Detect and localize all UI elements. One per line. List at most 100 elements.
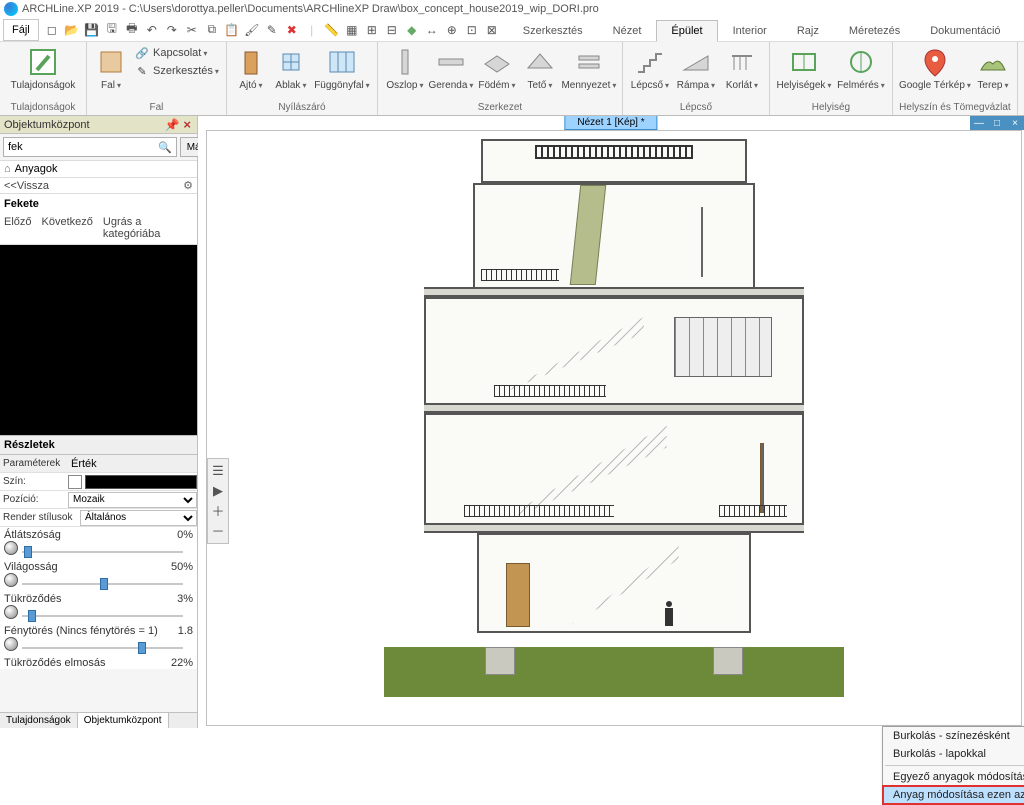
qa-brush-icon[interactable]: 🖌 — [243, 21, 261, 39]
ctx-tile-color[interactable]: Burkolás - színezésként — [883, 727, 1024, 745]
building-section — [424, 139, 804, 689]
back-link[interactable]: <<Vissza — [4, 180, 49, 192]
ribbon-window[interactable]: Ablak — [271, 44, 311, 93]
vt-zoomout-icon[interactable]: － — [208, 521, 228, 541]
ribbon: Tulajdonságok Tulajdonságok Fal 🔗Kapcsol… — [0, 42, 1024, 116]
qa-delete-icon[interactable]: ✖ — [283, 21, 301, 39]
position-select[interactable]: Mozaik — [68, 492, 197, 508]
ribbon-googlemap[interactable]: Google Térkép — [897, 44, 973, 93]
drawing-canvas[interactable]: ☰ ▶ ＋ － — [206, 130, 1022, 726]
ribbon-wall[interactable]: Fal — [91, 44, 131, 93]
canvas-area: Nézet 1 [Kép] * — □ × ☰ ▶ ＋ － — [198, 116, 1024, 728]
ribbon-ramp[interactable]: Rámpa — [673, 44, 719, 93]
breadcrumb[interactable]: ⌂ Anyagok — [0, 160, 197, 178]
ctx-modify-this[interactable]: Anyag módosítása ezen az objektumon — [883, 786, 1024, 804]
person-figure — [663, 601, 675, 631]
home-icon[interactable]: ⌂ — [4, 163, 11, 175]
qa-tool7-icon[interactable]: ⊠ — [483, 21, 501, 39]
qa-sep: | — [303, 21, 321, 39]
qa-paste-icon[interactable]: 📋 — [223, 21, 241, 39]
qa-cut-icon[interactable]: ✂ — [183, 21, 201, 39]
vt-play-icon[interactable]: ▶ — [208, 481, 228, 501]
search-input[interactable] — [4, 141, 154, 153]
tab-rajz[interactable]: Rajz — [782, 20, 834, 42]
ctx-separator — [885, 765, 1024, 766]
qa-new-icon[interactable]: ◻ — [43, 21, 61, 39]
bottom-tab-objcenter[interactable]: Objektumközpont — [78, 713, 169, 728]
canvas-max-icon[interactable]: □ — [988, 116, 1006, 130]
qa-print-icon[interactable]: 🖶 — [123, 21, 141, 39]
transparency-slider[interactable] — [4, 543, 193, 557]
context-menu: Burkolás - színezésként Burkolás - lapok… — [882, 726, 1024, 805]
ribbon-stair[interactable]: Lépcső — [627, 44, 673, 93]
sphere-icon — [4, 541, 18, 555]
close-icon[interactable]: × — [181, 117, 193, 132]
object-center-panel: Objektumközpont 📌 × 🔍 Márkák ⌂ Anyagok <… — [0, 116, 198, 728]
qa-tool6-icon[interactable]: ⊡ — [463, 21, 481, 39]
qa-open-icon[interactable]: 📂 — [63, 21, 81, 39]
ribbon-properties[interactable]: Tulajdonságok — [4, 44, 82, 93]
ribbon-slab[interactable]: Födém — [474, 44, 520, 93]
details-header: Részletek — [0, 435, 197, 455]
ctx-modify-all[interactable]: Egyező anyagok módosítása - más elemeken… — [883, 768, 1024, 786]
window-title: ARCHLine.XP 2019 - C:\Users\dorottya.pel… — [22, 3, 599, 15]
qa-tool2-icon[interactable]: ⊟ — [383, 21, 401, 39]
sphere-icon — [4, 573, 18, 587]
ribbon-terrain[interactable]: Terep — [973, 44, 1013, 93]
qa-tool1-icon[interactable]: ⊞ — [363, 21, 381, 39]
panel-title: Objektumközpont — [4, 119, 162, 131]
material-name: Fekete — [0, 194, 197, 214]
nav-next[interactable]: Következő — [42, 216, 93, 240]
qa-grid-icon[interactable]: ▦ — [343, 21, 361, 39]
vt-list-icon[interactable]: ☰ — [208, 461, 228, 481]
ribbon-curtainwall[interactable]: Függönyfal — [311, 44, 373, 93]
ribbon-beam[interactable]: Gerenda — [428, 44, 474, 93]
ribbon-roof[interactable]: Tető — [520, 44, 560, 93]
nav-prev[interactable]: Előző — [4, 216, 32, 240]
tab-dokumentacio[interactable]: Dokumentáció — [915, 20, 1015, 42]
gear-icon[interactable]: ⚙ — [183, 179, 193, 192]
pin-icon[interactable]: 📌 — [162, 118, 181, 132]
ribbon-rooms[interactable]: Helyiségek — [774, 44, 834, 93]
qa-undo-icon[interactable]: ↶ — [143, 21, 161, 39]
ribbon-tabs: Szerkesztés Nézet Épület Interior Rajz M… — [508, 18, 1016, 42]
view-toolbar: ☰ ▶ ＋ － — [207, 458, 229, 544]
qa-measure-icon[interactable]: 📏 — [323, 21, 341, 39]
ribbon-edit[interactable]: ✎Szerkesztés — [134, 62, 219, 80]
qa-copy-icon[interactable]: ⧉ — [203, 21, 221, 39]
qa-redo-icon[interactable]: ↷ — [163, 21, 181, 39]
ribbon-door[interactable]: Ajtó — [231, 44, 271, 93]
tab-nezet[interactable]: Nézet — [598, 20, 657, 42]
nav-jump[interactable]: Ugrás a kategóriába — [103, 216, 193, 240]
render-select[interactable]: Általános — [80, 510, 197, 526]
sphere-icon — [4, 605, 18, 619]
view-tab[interactable]: Nézet 1 [Kép] * — [564, 116, 657, 130]
ctx-tile-tiles[interactable]: Burkolás - lapokkal — [883, 745, 1024, 763]
tab-szerkesztes[interactable]: Szerkesztés — [508, 20, 598, 42]
canvas-close-icon[interactable]: × — [1006, 116, 1024, 130]
tab-epulet[interactable]: Épület — [656, 20, 717, 42]
qa-tool5-icon[interactable]: ⊕ — [443, 21, 461, 39]
refraction-slider[interactable] — [4, 639, 193, 653]
file-menu[interactable]: Fájl — [3, 19, 39, 41]
qa-tool4-icon[interactable]: ↔ — [423, 21, 441, 39]
ribbon-ceiling[interactable]: Mennyezet — [560, 44, 618, 93]
qa-save-icon[interactable]: 💾 — [83, 21, 101, 39]
ribbon-survey[interactable]: Felmérés — [834, 44, 888, 93]
reflection-slider[interactable] — [4, 607, 193, 621]
brightness-slider[interactable] — [4, 575, 193, 589]
ribbon-connection[interactable]: 🔗Kapcsolat — [134, 44, 219, 62]
search-icon[interactable]: 🔍 — [154, 141, 176, 154]
material-preview — [0, 245, 197, 435]
bottom-tab-props[interactable]: Tulajdonságok — [0, 713, 78, 728]
ribbon-railing[interactable]: Korlát — [719, 44, 765, 93]
vt-zoomin-icon[interactable]: ＋ — [208, 501, 228, 521]
tab-interior[interactable]: Interior — [718, 20, 782, 42]
qa-save2-icon[interactable]: 🖫 — [103, 21, 121, 39]
qa-pencil-icon[interactable]: ✎ — [263, 21, 281, 39]
qa-tool3-icon[interactable]: ◆ — [403, 21, 421, 39]
tab-meretezes[interactable]: Méretezés — [834, 20, 915, 42]
canvas-min-icon[interactable]: — — [970, 116, 988, 130]
ribbon-column[interactable]: Oszlop — [382, 44, 428, 93]
color-swatch[interactable] — [68, 475, 197, 489]
